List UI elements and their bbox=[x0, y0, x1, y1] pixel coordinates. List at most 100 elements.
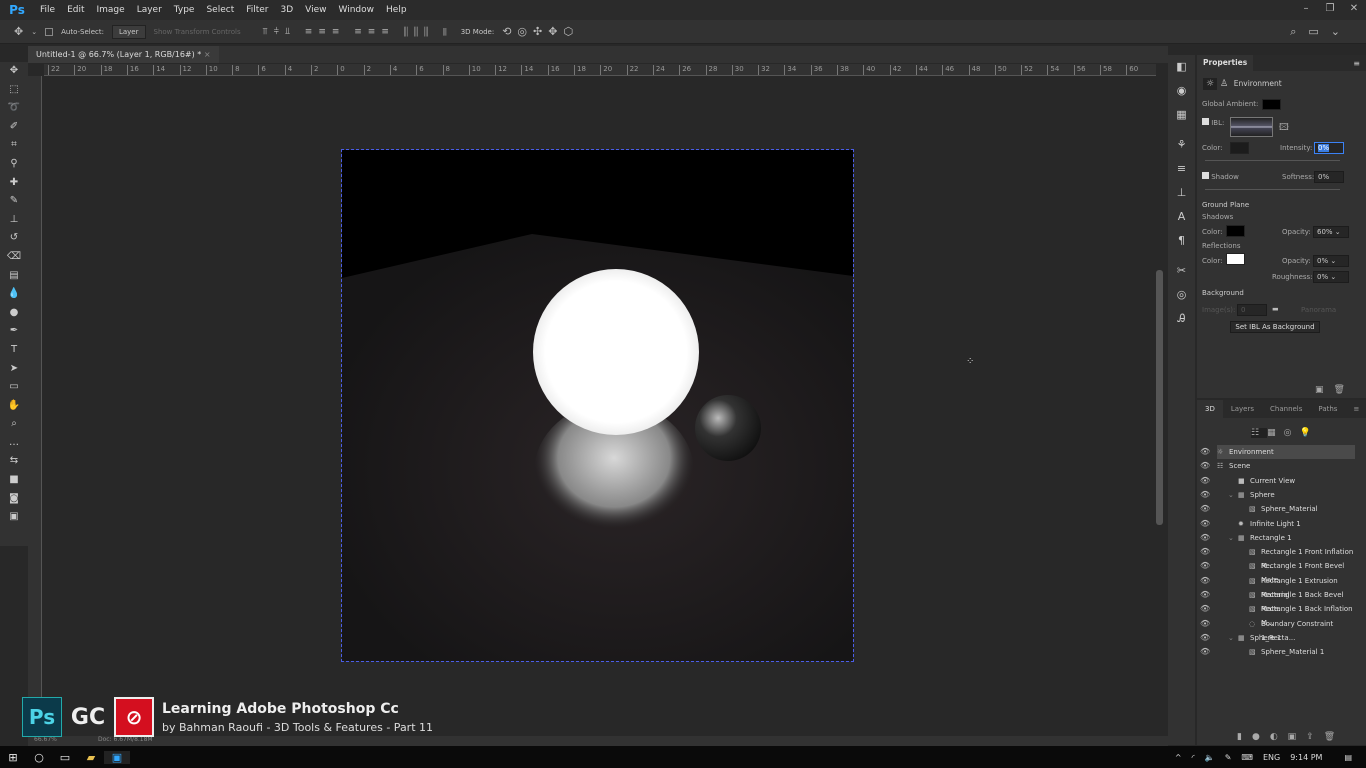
scene-layer-item[interactable]: 👁 ◌ Boundary Constraint 1_Recta... bbox=[1197, 617, 1357, 642]
visibility-eye-icon[interactable]: 👁 bbox=[1200, 602, 1210, 616]
ibl-thumbnail[interactable] bbox=[1230, 117, 1273, 137]
menu-layer[interactable]: Layer bbox=[131, 5, 168, 15]
character-panel-icon[interactable]: A bbox=[1168, 205, 1195, 229]
render-icon[interactable]: ▣ bbox=[1315, 385, 1334, 395]
quick-select-tool-icon[interactable]: ✐ bbox=[0, 118, 28, 137]
auto-select-dropdown[interactable]: Layer bbox=[111, 24, 146, 39]
whole-scene-filter-icon[interactable]: ☷ bbox=[1251, 428, 1268, 438]
visibility-eye-icon[interactable]: 👁 bbox=[1200, 617, 1210, 631]
scene-layer-item[interactable]: 👁 ▧ Rectangle 1 Back Inflation M... bbox=[1197, 602, 1357, 627]
chevron-down-icon[interactable]: ⌄ bbox=[1228, 631, 1234, 645]
adjust-panel-icon[interactable]: ⚘ bbox=[1168, 133, 1195, 157]
glyph-panel-icon[interactable]: Ꭿ bbox=[1168, 307, 1195, 331]
meshes-filter-icon[interactable]: ▦ bbox=[1267, 428, 1284, 438]
visibility-eye-icon[interactable]: 👁 bbox=[1200, 545, 1210, 559]
trash-icon[interactable]: 🗑 bbox=[1324, 732, 1345, 742]
move-tool-icon[interactable]: ✥ bbox=[0, 62, 28, 81]
volume-icon[interactable]: 🔈 bbox=[1205, 753, 1215, 762]
grid-panel-icon[interactable]: ▦ bbox=[1168, 103, 1195, 127]
folder-icon[interactable]: ▬ bbox=[1272, 305, 1279, 313]
colors-tool-icon[interactable]: ■ bbox=[0, 471, 28, 490]
shadow-checkbox[interactable] bbox=[1202, 172, 1209, 179]
menu-file[interactable]: File bbox=[34, 5, 61, 15]
tab-layers[interactable]: Layers bbox=[1223, 405, 1262, 413]
notifications-icon[interactable]: ▤ bbox=[1344, 753, 1352, 762]
softness-slider[interactable] bbox=[1205, 189, 1340, 190]
menu-window[interactable]: Window bbox=[333, 5, 381, 15]
lasso-tool-icon[interactable]: ➰ bbox=[0, 99, 28, 118]
images-input[interactable]: 0 bbox=[1237, 304, 1267, 316]
ibl-color-swatch[interactable] bbox=[1230, 142, 1249, 154]
new-mesh-icon[interactable]: ▮ bbox=[1237, 732, 1252, 742]
wifi-icon[interactable]: ◜ bbox=[1192, 753, 1195, 762]
menu-3d[interactable]: 3D bbox=[275, 5, 300, 15]
search-icon[interactable]: ⌕ bbox=[1290, 25, 1308, 38]
roughness-input[interactable]: 0% ⌄ bbox=[1313, 271, 1349, 283]
chevron-down-icon[interactable]: ⌄ bbox=[1228, 531, 1234, 545]
brush-tool-icon[interactable]: ✎ bbox=[0, 192, 28, 211]
windows-start-icon[interactable]: ⊞ bbox=[0, 751, 26, 764]
lights-filter-icon[interactable]: 💡 bbox=[1299, 428, 1318, 438]
edit-texture-icon[interactable]: 🖾 bbox=[1279, 120, 1289, 136]
trash-icon[interactable]: 🗑 bbox=[1334, 385, 1355, 395]
eyedropper-tool-icon[interactable]: ⚲ bbox=[0, 155, 28, 174]
tab-channels[interactable]: Channels bbox=[1262, 405, 1310, 413]
panorama-checkbox[interactable]: Panorama bbox=[1301, 306, 1336, 314]
visibility-eye-icon[interactable]: 👁 bbox=[1200, 517, 1210, 531]
scene-layer-item[interactable]: 👁 ▧ Rectangle 1 Front Inflation M... bbox=[1197, 545, 1357, 570]
render-icon[interactable]: ▣ bbox=[1288, 732, 1307, 742]
visibility-eye-icon[interactable]: 👁 bbox=[1200, 474, 1210, 488]
history-panel-icon[interactable]: ◧ bbox=[1168, 55, 1195, 79]
dodge-tool-icon[interactable]: ● bbox=[0, 304, 28, 323]
visibility-eye-icon[interactable]: 👁 bbox=[1200, 488, 1210, 502]
healing-tool-icon[interactable]: ✚ bbox=[0, 174, 28, 193]
chevron-down-icon[interactable]: ⌄ bbox=[31, 28, 37, 36]
pen-icon[interactable]: ✎ bbox=[1225, 753, 1232, 762]
tab-3d[interactable]: 3D bbox=[1197, 400, 1223, 418]
shape-tool-icon[interactable]: ▭ bbox=[0, 378, 28, 397]
panel-menu-icon[interactable]: ≡ bbox=[1345, 405, 1366, 413]
material-icon[interactable]: ◐ bbox=[1270, 732, 1288, 742]
restore-icon[interactable]: ❐ bbox=[1318, 0, 1342, 20]
menu-select[interactable]: Select bbox=[200, 5, 240, 15]
panel-menu-icon[interactable]: ≡ bbox=[1353, 59, 1360, 68]
visibility-eye-icon[interactable]: 👁 bbox=[1200, 588, 1210, 602]
file-explorer-icon[interactable]: ▰ bbox=[78, 751, 104, 764]
scene-layer-item[interactable]: 👁 ▧ Rectangle 1 Extrusion Material bbox=[1197, 574, 1357, 599]
menu-help[interactable]: Help bbox=[380, 5, 413, 15]
properties-tab[interactable]: Properties bbox=[1197, 55, 1254, 71]
set-ibl-background-button[interactable]: Set IBL As Background bbox=[1230, 321, 1320, 333]
align-icons[interactable]: ⫪⫩⫫ ≡≡≡ ≡≡≡ ⫼⫼⫼ ⦀ bbox=[263, 27, 453, 37]
zoom-tool-icon[interactable]: ⌕ bbox=[0, 415, 28, 434]
clock[interactable]: 9:14 PM bbox=[1290, 753, 1322, 762]
3d-panel-icon[interactable]: ◉ bbox=[1168, 79, 1195, 103]
photoshop-taskbar-icon[interactable]: ▣ bbox=[104, 750, 130, 764]
blur-tool-icon[interactable]: 💧 bbox=[0, 285, 28, 304]
scene-layer-item[interactable]: 👁 ✹ Infinite Light 1 bbox=[1197, 517, 1357, 531]
vertical-scrollbar[interactable] bbox=[1156, 270, 1163, 525]
move-tool-icon[interactable]: ✥ bbox=[14, 25, 23, 38]
environment-icon[interactable]: ☼ bbox=[1203, 78, 1218, 90]
gradient-tool-icon[interactable]: ▤ bbox=[0, 267, 28, 286]
global-ambient-swatch[interactable] bbox=[1262, 99, 1281, 110]
reflection-color-swatch[interactable] bbox=[1226, 253, 1245, 265]
styles-panel-icon[interactable]: ◎ bbox=[1168, 283, 1195, 307]
scene-layer-item[interactable]: 👁 ▧ Sphere_Material 1 bbox=[1197, 645, 1357, 659]
keyboard-icon[interactable]: ⌨ bbox=[1241, 753, 1253, 762]
color-swap-tool-icon[interactable]: ⇆ bbox=[0, 452, 28, 471]
scene-layer-item[interactable]: 👁 ⌄ ▦ Sphere 1 bbox=[1197, 631, 1357, 645]
task-view-icon[interactable]: ▭ bbox=[52, 751, 78, 764]
screen-mode-tool-icon[interactable]: ▣ bbox=[0, 508, 28, 527]
path-select-tool-icon[interactable]: ➤ bbox=[0, 360, 28, 379]
more-tool-icon[interactable]: … bbox=[0, 434, 28, 453]
scene-layer-item[interactable]: 👁 ▧ Rectangle 1 Front Bevel Mate... bbox=[1197, 559, 1357, 584]
intensity-input[interactable]: 0% bbox=[1314, 142, 1344, 154]
export-icon[interactable]: ⇪ bbox=[1306, 732, 1324, 742]
type-tool-icon[interactable]: T bbox=[0, 341, 28, 360]
visibility-eye-icon[interactable]: 👁 bbox=[1200, 631, 1210, 645]
scene-layer-item[interactable]: 👁 ▧ Sphere_Material bbox=[1197, 502, 1357, 516]
stamp-panel-icon[interactable]: ⊥ bbox=[1168, 181, 1195, 205]
visibility-eye-icon[interactable]: 👁 bbox=[1200, 445, 1210, 459]
scene-layer-item[interactable]: 👁 ⌄ ▦ Sphere bbox=[1197, 488, 1357, 502]
show-transform-controls[interactable]: Show Transform Controls bbox=[154, 28, 241, 36]
